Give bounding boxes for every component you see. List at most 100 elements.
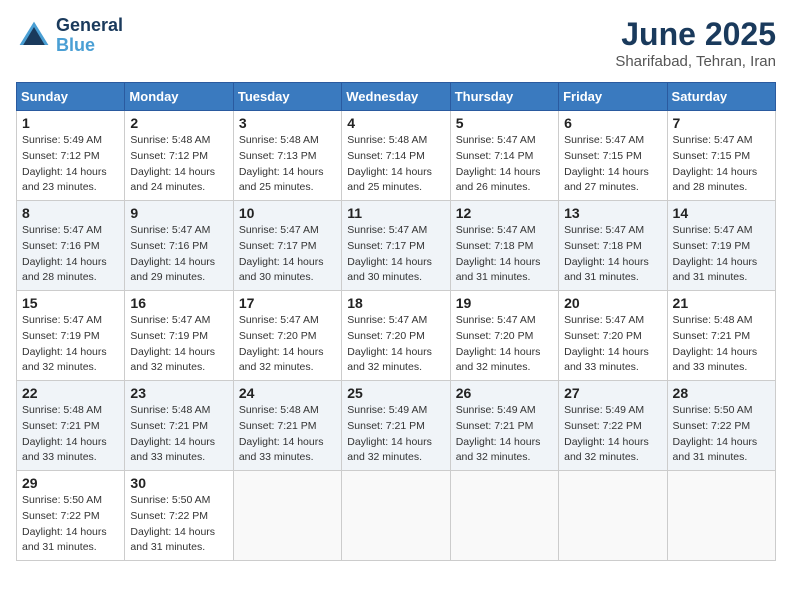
day-number: 18 (347, 295, 444, 311)
day-info: Sunrise: 5:48 AM Sunset: 7:21 PM Dayligh… (239, 403, 336, 466)
day-info: Sunrise: 5:48 AM Sunset: 7:21 PM Dayligh… (130, 403, 227, 466)
day-cell (342, 471, 450, 561)
weekday-header-wednesday: Wednesday (342, 83, 450, 111)
day-cell: 5 Sunrise: 5:47 AM Sunset: 7:14 PM Dayli… (450, 111, 558, 201)
day-cell (450, 471, 558, 561)
weekday-header-sunday: Sunday (17, 83, 125, 111)
day-number: 28 (673, 385, 770, 401)
day-info: Sunrise: 5:50 AM Sunset: 7:22 PM Dayligh… (130, 493, 227, 556)
day-number: 19 (456, 295, 553, 311)
day-number: 8 (22, 205, 119, 221)
day-info: Sunrise: 5:47 AM Sunset: 7:15 PM Dayligh… (673, 133, 770, 196)
day-cell: 17 Sunrise: 5:47 AM Sunset: 7:20 PM Dayl… (233, 291, 341, 381)
day-cell: 3 Sunrise: 5:48 AM Sunset: 7:13 PM Dayli… (233, 111, 341, 201)
day-info: Sunrise: 5:47 AM Sunset: 7:20 PM Dayligh… (347, 313, 444, 376)
day-number: 6 (564, 115, 661, 131)
day-cell: 9 Sunrise: 5:47 AM Sunset: 7:16 PM Dayli… (125, 201, 233, 291)
day-info: Sunrise: 5:50 AM Sunset: 7:22 PM Dayligh… (22, 493, 119, 556)
week-row-2: 8 Sunrise: 5:47 AM Sunset: 7:16 PM Dayli… (17, 201, 776, 291)
day-number: 11 (347, 205, 444, 221)
day-cell: 16 Sunrise: 5:47 AM Sunset: 7:19 PM Dayl… (125, 291, 233, 381)
day-number: 9 (130, 205, 227, 221)
day-number: 12 (456, 205, 553, 221)
day-number: 5 (456, 115, 553, 131)
day-number: 20 (564, 295, 661, 311)
day-number: 1 (22, 115, 119, 131)
day-info: Sunrise: 5:48 AM Sunset: 7:12 PM Dayligh… (130, 133, 227, 196)
weekday-header-friday: Friday (559, 83, 667, 111)
day-cell: 14 Sunrise: 5:47 AM Sunset: 7:19 PM Dayl… (667, 201, 775, 291)
day-info: Sunrise: 5:50 AM Sunset: 7:22 PM Dayligh… (673, 403, 770, 466)
weekday-header-thursday: Thursday (450, 83, 558, 111)
day-number: 7 (673, 115, 770, 131)
day-info: Sunrise: 5:49 AM Sunset: 7:21 PM Dayligh… (456, 403, 553, 466)
day-cell: 15 Sunrise: 5:47 AM Sunset: 7:19 PM Dayl… (17, 291, 125, 381)
day-number: 23 (130, 385, 227, 401)
day-cell: 7 Sunrise: 5:47 AM Sunset: 7:15 PM Dayli… (667, 111, 775, 201)
calendar: SundayMondayTuesdayWednesdayThursdayFrid… (16, 82, 776, 561)
day-cell: 21 Sunrise: 5:48 AM Sunset: 7:21 PM Dayl… (667, 291, 775, 381)
day-cell: 20 Sunrise: 5:47 AM Sunset: 7:20 PM Dayl… (559, 291, 667, 381)
day-number: 24 (239, 385, 336, 401)
day-cell (559, 471, 667, 561)
day-cell: 8 Sunrise: 5:47 AM Sunset: 7:16 PM Dayli… (17, 201, 125, 291)
weekday-header-row: SundayMondayTuesdayWednesdayThursdayFrid… (17, 83, 776, 111)
month-title: June 2025 (615, 16, 776, 53)
day-info: Sunrise: 5:47 AM Sunset: 7:19 PM Dayligh… (130, 313, 227, 376)
day-number: 16 (130, 295, 227, 311)
day-number: 21 (673, 295, 770, 311)
day-info: Sunrise: 5:47 AM Sunset: 7:16 PM Dayligh… (22, 223, 119, 286)
day-info: Sunrise: 5:47 AM Sunset: 7:19 PM Dayligh… (22, 313, 119, 376)
location: Sharifabad, Tehran, Iran (615, 53, 776, 70)
day-cell: 23 Sunrise: 5:48 AM Sunset: 7:21 PM Dayl… (125, 381, 233, 471)
day-number: 4 (347, 115, 444, 131)
day-number: 14 (673, 205, 770, 221)
page-header: General Blue June 2025 Sharifabad, Tehra… (16, 16, 776, 70)
day-info: Sunrise: 5:48 AM Sunset: 7:21 PM Dayligh… (673, 313, 770, 376)
day-info: Sunrise: 5:47 AM Sunset: 7:19 PM Dayligh… (673, 223, 770, 286)
day-number: 10 (239, 205, 336, 221)
week-row-1: 1 Sunrise: 5:49 AM Sunset: 7:12 PM Dayli… (17, 111, 776, 201)
day-number: 15 (22, 295, 119, 311)
day-number: 27 (564, 385, 661, 401)
day-info: Sunrise: 5:47 AM Sunset: 7:17 PM Dayligh… (239, 223, 336, 286)
day-cell: 22 Sunrise: 5:48 AM Sunset: 7:21 PM Dayl… (17, 381, 125, 471)
logo-icon (16, 18, 52, 54)
day-cell (667, 471, 775, 561)
day-cell: 11 Sunrise: 5:47 AM Sunset: 7:17 PM Dayl… (342, 201, 450, 291)
day-cell: 19 Sunrise: 5:47 AM Sunset: 7:20 PM Dayl… (450, 291, 558, 381)
day-cell: 13 Sunrise: 5:47 AM Sunset: 7:18 PM Dayl… (559, 201, 667, 291)
weekday-header-saturday: Saturday (667, 83, 775, 111)
logo-text: General Blue (56, 16, 123, 56)
week-row-4: 22 Sunrise: 5:48 AM Sunset: 7:21 PM Dayl… (17, 381, 776, 471)
day-number: 30 (130, 475, 227, 491)
day-cell: 25 Sunrise: 5:49 AM Sunset: 7:21 PM Dayl… (342, 381, 450, 471)
day-number: 26 (456, 385, 553, 401)
day-number: 2 (130, 115, 227, 131)
day-cell: 1 Sunrise: 5:49 AM Sunset: 7:12 PM Dayli… (17, 111, 125, 201)
day-info: Sunrise: 5:49 AM Sunset: 7:21 PM Dayligh… (347, 403, 444, 466)
day-number: 17 (239, 295, 336, 311)
week-row-5: 29 Sunrise: 5:50 AM Sunset: 7:22 PM Dayl… (17, 471, 776, 561)
week-row-3: 15 Sunrise: 5:47 AM Sunset: 7:19 PM Dayl… (17, 291, 776, 381)
day-number: 29 (22, 475, 119, 491)
day-number: 22 (22, 385, 119, 401)
day-info: Sunrise: 5:49 AM Sunset: 7:22 PM Dayligh… (564, 403, 661, 466)
day-cell (233, 471, 341, 561)
day-cell: 29 Sunrise: 5:50 AM Sunset: 7:22 PM Dayl… (17, 471, 125, 561)
day-info: Sunrise: 5:47 AM Sunset: 7:15 PM Dayligh… (564, 133, 661, 196)
weekday-header-tuesday: Tuesday (233, 83, 341, 111)
day-info: Sunrise: 5:47 AM Sunset: 7:20 PM Dayligh… (239, 313, 336, 376)
title-block: June 2025 Sharifabad, Tehran, Iran (615, 16, 776, 70)
day-number: 25 (347, 385, 444, 401)
weekday-header-monday: Monday (125, 83, 233, 111)
day-cell: 10 Sunrise: 5:47 AM Sunset: 7:17 PM Dayl… (233, 201, 341, 291)
day-cell: 2 Sunrise: 5:48 AM Sunset: 7:12 PM Dayli… (125, 111, 233, 201)
day-cell: 12 Sunrise: 5:47 AM Sunset: 7:18 PM Dayl… (450, 201, 558, 291)
day-info: Sunrise: 5:47 AM Sunset: 7:18 PM Dayligh… (564, 223, 661, 286)
day-info: Sunrise: 5:47 AM Sunset: 7:17 PM Dayligh… (347, 223, 444, 286)
day-info: Sunrise: 5:47 AM Sunset: 7:14 PM Dayligh… (456, 133, 553, 196)
logo: General Blue (16, 16, 123, 56)
day-info: Sunrise: 5:49 AM Sunset: 7:12 PM Dayligh… (22, 133, 119, 196)
day-cell: 28 Sunrise: 5:50 AM Sunset: 7:22 PM Dayl… (667, 381, 775, 471)
